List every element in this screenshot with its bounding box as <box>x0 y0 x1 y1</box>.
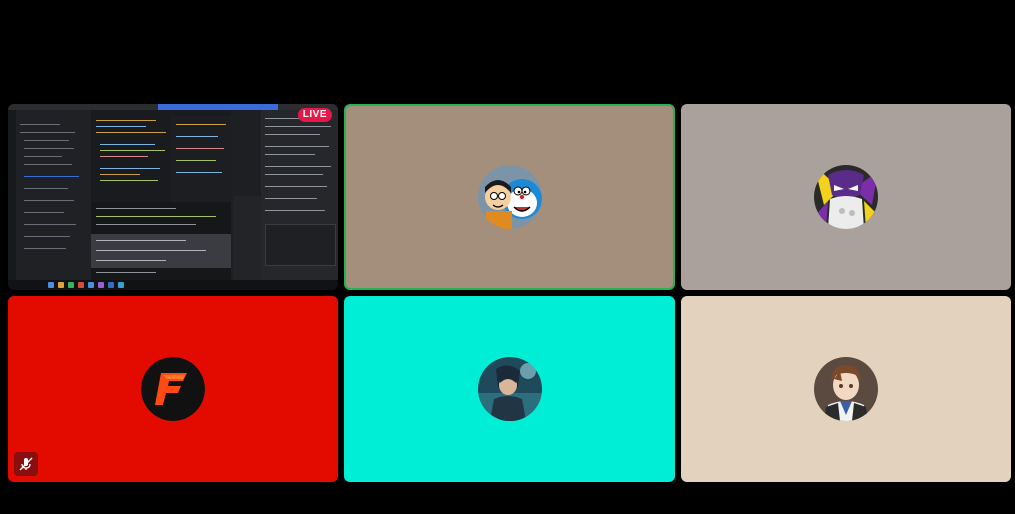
participant-avatar <box>814 165 878 229</box>
participant-tile[interactable] <box>681 104 1011 290</box>
screen-share-tile[interactable]: LIVE <box>8 104 338 290</box>
participant-tile-speaking[interactable] <box>344 104 675 290</box>
live-badge: LIVE <box>297 108 332 122</box>
participant-tile[interactable] <box>681 296 1011 482</box>
participant-avatar <box>477 357 542 421</box>
microphone-muted-icon[interactable] <box>14 452 38 476</box>
participant-avatar <box>477 165 542 229</box>
participant-avatar <box>141 357 205 421</box>
participant-tile[interactable] <box>8 296 338 482</box>
shared-screen-preview <box>8 104 338 290</box>
participant-tile[interactable] <box>344 296 675 482</box>
participant-avatar <box>814 357 878 421</box>
